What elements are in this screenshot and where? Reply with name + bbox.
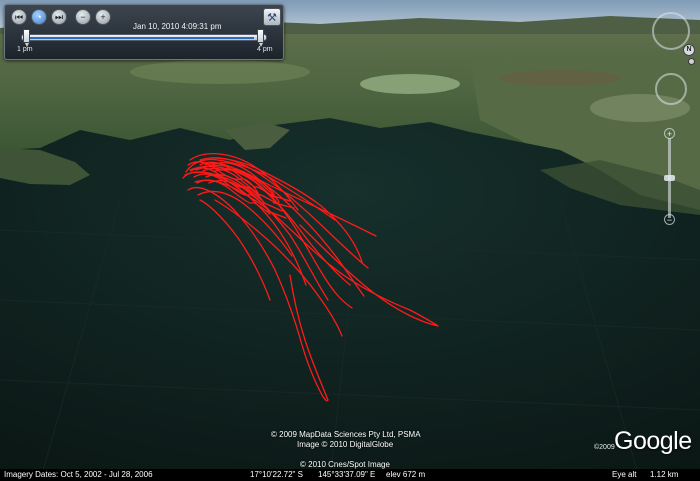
zoom-slider-knob[interactable] [664, 175, 675, 181]
zoom-out-icon: − [80, 11, 86, 22]
forward-icon: ⏭ [54, 11, 64, 22]
imagery-dates: Imagery Dates: Oct 5, 2002 - Jul 28, 200… [4, 470, 153, 479]
field-patch-4 [130, 60, 310, 84]
eye-alt-label: Eye alt [612, 470, 637, 479]
rewind-icon: ⏮ [14, 11, 24, 22]
status-bar: Imagery Dates: Oct 5, 2002 - Jul 28, 200… [0, 469, 700, 481]
time-slider-panel: ⏮ ◔ ⏭ − + ⚒ Jan 10, 2010 4:09:31 pm 1 pm… [4, 4, 284, 60]
copyright-mapdata: © 2009 MapData Sciences Pty Ltd, PSMA [271, 430, 421, 439]
logo-copyright: ©2009 [594, 444, 615, 451]
map-view[interactable] [0, 0, 700, 481]
field-patch-2 [500, 70, 620, 86]
latitude-readout: 17°10'22.72" S [250, 470, 303, 479]
elevation-readout: elev 672 m [386, 470, 426, 479]
eye-icon[interactable] [688, 58, 695, 65]
time-slider-track[interactable] [21, 34, 267, 41]
clock-button[interactable]: ◔ [31, 9, 47, 25]
time-slider-fill [24, 37, 254, 39]
copyright-cnes: © 2010 Cnes/Spot Image [300, 460, 390, 469]
field-patch [360, 74, 460, 94]
copyright-digitalglobe: Image © 2010 DigitalGlobe [297, 440, 394, 449]
clock-icon: ◔ [36, 11, 42, 22]
look-joystick-icon[interactable] [655, 73, 687, 105]
eye-alt-value: 1.12 km [650, 470, 679, 479]
prev-button[interactable]: ⏮ [11, 9, 27, 25]
zoom-out-button[interactable]: − [664, 214, 675, 225]
zoom-out-time-button[interactable]: − [75, 9, 91, 25]
zoom-in-icon: + [100, 11, 106, 22]
longitude-readout: 145°33'37.09" E [318, 470, 376, 479]
next-button[interactable]: ⏭ [51, 9, 67, 25]
google-logo: Google [614, 427, 692, 455]
north-indicator[interactable]: N [683, 44, 695, 56]
zoom-in-time-button[interactable]: + [95, 9, 111, 25]
time-slider-end-handle[interactable] [257, 29, 264, 47]
time-slider-start-handle[interactable] [23, 29, 30, 47]
end-time-label: 4 pm [257, 46, 273, 53]
start-time-label: 1 pm [17, 46, 33, 53]
